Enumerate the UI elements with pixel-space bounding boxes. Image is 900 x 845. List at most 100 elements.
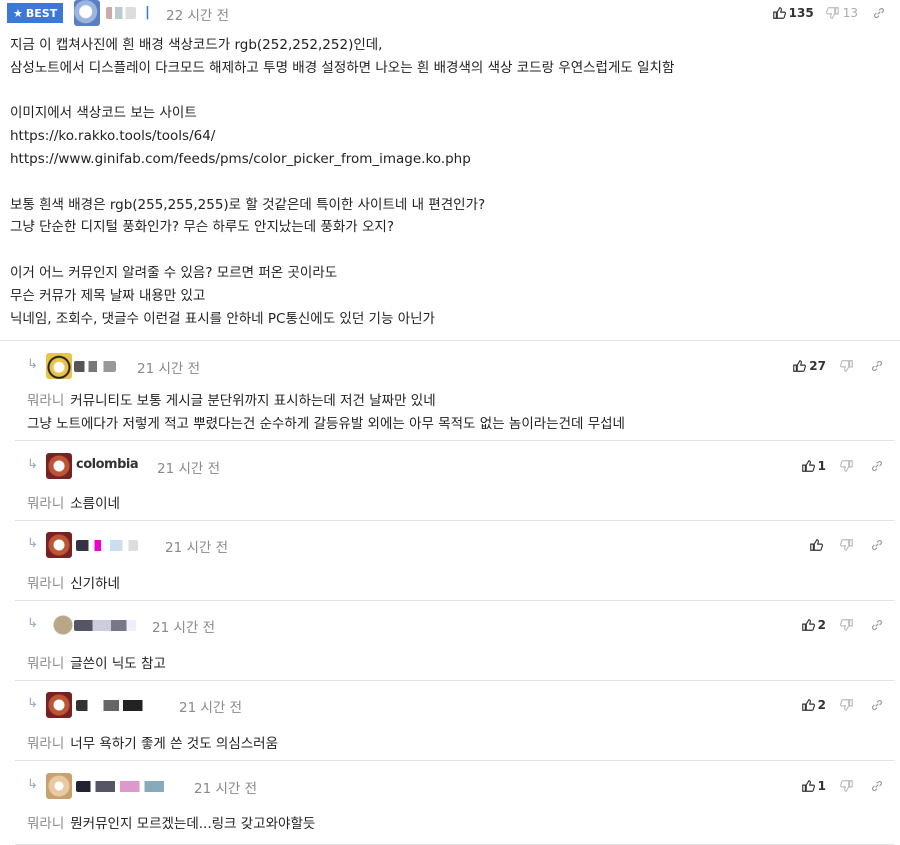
reply-text-line: 뭐라니 신기하네 <box>27 573 120 596</box>
reply-arrow-icon: ↳ <box>27 777 38 792</box>
nickname-redacted[interactable] <box>76 700 154 711</box>
best-badge-label: BEST <box>25 6 58 20</box>
reply-text-line: 뭐라니 글쓴이 닉도 참고 <box>27 653 166 676</box>
like-count: 27 <box>809 359 826 373</box>
reply-comment: ↳ 21 시간 전 2 뭐라니 글쓴이 닉도 참고 <box>15 600 894 681</box>
best-comment: ★ BEST | 22 시간 전 135 13 지금 이 캡쳐사진에 흰 배경 … <box>0 0 900 342</box>
reply-target-prefix: 뭐라니 <box>27 576 65 592</box>
comment-time: 22 시간 전 <box>166 8 230 24</box>
dislike-button[interactable] <box>840 459 854 473</box>
best-comment-body: 지금 이 캡쳐사진에 흰 배경 색상코드가 rgb(252,252,252)인데… <box>0 26 900 330</box>
reply-text-line: 뭐라니 뭔커뮤인지 모르겠는데...링크 갖고와야할듯 <box>27 813 315 836</box>
comment-text-line: 이미지에서 색상코드 보는 사이트 <box>10 105 197 122</box>
thumbs-down-icon <box>840 699 853 711</box>
reply-text: 너무 욕하기 좋게 쓴 것도 의심스러움 <box>70 736 279 752</box>
link-icon <box>872 620 882 630</box>
thumbs-up-icon <box>793 360 807 372</box>
like-button[interactable]: 27 <box>792 359 826 373</box>
link-icon <box>872 540 882 550</box>
reply-arrow-icon: ↳ <box>27 696 38 711</box>
like-button[interactable]: 2 <box>801 698 826 712</box>
link-button[interactable] <box>870 359 884 373</box>
best-badge: ★ BEST <box>7 3 64 23</box>
comment-actions: 1 <box>801 453 884 479</box>
dislike-button[interactable] <box>840 618 854 632</box>
link-icon <box>872 461 882 471</box>
link-button[interactable] <box>870 618 884 632</box>
reply-arrow-icon: ↳ <box>27 616 38 631</box>
nickname-redacted[interactable] <box>76 781 174 792</box>
link-icon <box>874 8 884 18</box>
nickname[interactable]: colombia <box>76 457 139 472</box>
dislike-button[interactable] <box>840 359 854 373</box>
avatar[interactable] <box>74 0 100 26</box>
reply-target-prefix: 뭐라니 <box>27 816 65 832</box>
link-icon <box>872 700 882 710</box>
reply-comment: ↳ 21 시간 전 뭐라니 신기하네 <box>15 520 894 601</box>
comment-text-line: 그냥 단순한 디지털 풍화인가? 무슨 하루도 안지났는데 풍화가 오지? <box>10 219 395 236</box>
dislike-button[interactable] <box>840 698 854 712</box>
link-button[interactable] <box>870 779 884 793</box>
comment-actions: 135 13 <box>772 0 886 26</box>
thumbs-down-icon <box>840 539 853 551</box>
like-count: 2 <box>817 618 826 632</box>
like-button[interactable]: 1 <box>801 459 826 473</box>
nickname-redacted[interactable] <box>74 620 136 631</box>
reply-target-prefix: 뭐라니 <box>27 736 65 752</box>
link-icon <box>872 781 882 791</box>
dislike-button[interactable] <box>840 538 854 552</box>
reply-text-line: 뭐라니 소름이네 <box>27 493 120 516</box>
comment-text-line[interactable]: https://ko.rakko.tools/tools/64/ <box>10 125 900 148</box>
reply-arrow-icon: ↳ <box>27 457 38 472</box>
comment-text-line: 무슨 커뮤가 제목 날짜 내용만 있고 <box>10 287 206 304</box>
dislike-button[interactable]: 13 <box>825 6 858 20</box>
nickname-redacted[interactable] <box>74 361 116 372</box>
avatar[interactable] <box>46 532 72 558</box>
like-count: 1 <box>817 459 826 473</box>
comment-text-line: 닉네임, 조회수, 댓글수 이런걸 표시를 안하네 PC통신에도 있던 기능 아… <box>10 310 435 327</box>
like-count: 2 <box>817 698 826 712</box>
comment-text-line <box>10 239 900 262</box>
best-comment-meta: ★ BEST | 22 시간 전 135 13 <box>0 0 900 26</box>
link-button[interactable] <box>870 459 884 473</box>
nickname-redacted[interactable] <box>106 7 136 19</box>
comment-time: 21 시간 전 <box>179 700 243 716</box>
thumbs-up-icon <box>801 619 815 631</box>
comment-text-line[interactable]: https://www.ginifab.com/feeds/pms/color_… <box>10 148 900 171</box>
avatar[interactable] <box>46 692 72 718</box>
nickname-redacted[interactable] <box>76 540 138 551</box>
comment-time: 21 시간 전 <box>152 620 216 636</box>
comment-text-line: 보통 흰색 배경은 rgb(255,255,255)로 할 것같은데 특이한 사… <box>10 196 486 213</box>
dislike-count: 13 <box>842 6 858 20</box>
like-button[interactable] <box>809 538 826 552</box>
avatar[interactable] <box>46 453 72 479</box>
thumbs-up-icon <box>801 780 815 792</box>
comment-actions: 2 <box>801 612 884 638</box>
comment-time: 21 시간 전 <box>165 540 229 556</box>
like-button[interactable]: 1 <box>801 779 826 793</box>
link-button[interactable] <box>872 6 886 20</box>
like-button[interactable]: 2 <box>801 618 826 632</box>
reply-text: 글쓴이 닉도 참고 <box>70 656 166 672</box>
link-button[interactable] <box>870 698 884 712</box>
reply-target-prefix: 뭐라니 <box>27 496 65 512</box>
comment-text-line: 이거 어느 커뮤인지 알려줄 수 있음? 모르면 퍼온 곳이라도 <box>10 264 338 281</box>
avatar[interactable] <box>50 612 76 638</box>
thumbs-up-icon <box>801 699 815 711</box>
reply-text: 소름이네 <box>70 496 120 512</box>
reply-target-prefix: 뭐라니 <box>27 656 65 672</box>
avatar[interactable] <box>46 773 72 799</box>
reply-text: 커뮤니티도 보통 게시글 분단위까지 표시하는데 저건 날짜만 있네 <box>70 393 436 409</box>
comment-actions: 2 <box>801 692 884 718</box>
link-icon <box>872 361 882 371</box>
reply-target-prefix: 뭐라니 <box>27 393 65 409</box>
dislike-button[interactable] <box>840 779 854 793</box>
reply-arrow-icon: ↳ <box>27 357 38 372</box>
comment-actions: 1 <box>801 773 884 799</box>
comment-actions <box>809 532 884 558</box>
avatar[interactable] <box>46 353 72 379</box>
thumbs-down-icon <box>840 619 853 631</box>
link-button[interactable] <box>870 538 884 552</box>
star-icon: ★ <box>13 6 23 20</box>
like-button[interactable]: 135 <box>772 6 814 20</box>
